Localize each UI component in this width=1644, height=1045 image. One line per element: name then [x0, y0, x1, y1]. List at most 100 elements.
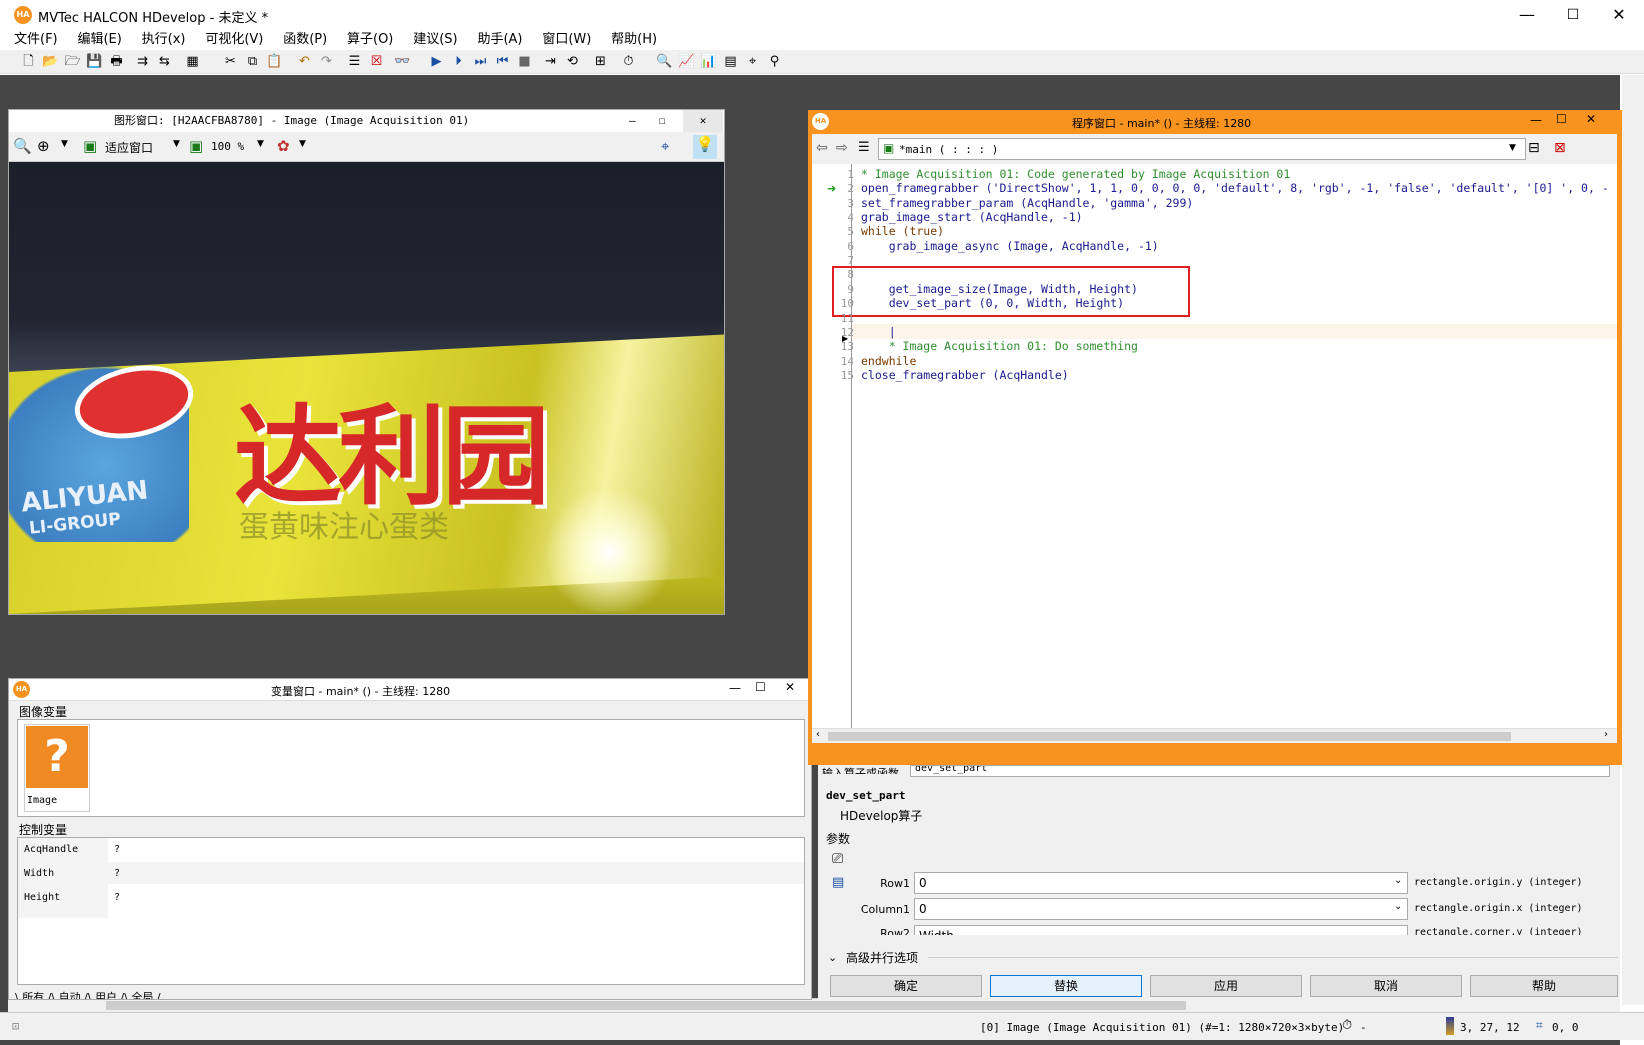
camera-image[interactable]: 达利园 ALIYUAN LI-GROUP 蛋黄味注心蛋类 [9, 162, 724, 614]
param-value-select[interactable]: 0 [914, 872, 1408, 894]
code-editor[interactable]: ➜ ▶ 1 * Image Acquisition 01: Code genera… [812, 164, 1617, 743]
ok-button[interactable]: 确定 [830, 975, 982, 997]
help-doc-icon[interactable]: ▤ [832, 875, 844, 890]
open-file-icon[interactable]: 📂 [42, 53, 59, 70]
find-icon[interactable]: 👓 [394, 53, 411, 70]
code-line[interactable]: get_image_size(Image, Width, Height) [861, 282, 1138, 296]
code-line[interactable]: | [861, 325, 896, 339]
reset-program-icon[interactable]: ⟲ [564, 53, 581, 70]
step-into-icon[interactable]: ⏮ [494, 53, 511, 70]
chevron-down-icon[interactable]: ⌄ [1394, 901, 1402, 912]
menu-suggestions[interactable]: 建议(S) [405, 30, 465, 50]
copy-icon[interactable]: ⧉ [244, 53, 261, 70]
menu-window[interactable]: 窗口(W) [534, 30, 599, 50]
menu-file[interactable]: 文件(F) [0, 30, 66, 50]
help-button[interactable]: 帮助 [1470, 975, 1618, 997]
code-line[interactable]: open_framegrabber ('DirectShow', 1, 1, 0… [861, 181, 1609, 195]
variable-tabs[interactable]: \ 所有 /\ 自动 /\ 用户 /\ 全局 / [15, 989, 161, 999]
procedure-list-icon[interactable]: ☰ [858, 140, 870, 155]
zoom-window-icon[interactable]: ⌖ [744, 53, 761, 70]
maximize-button[interactable]: ☐ [1550, 0, 1596, 30]
pw-maximize-icon[interactable]: ☐ [1556, 112, 1567, 126]
procedure-select[interactable]: ▣ *main ( : : : ) ▼ [878, 138, 1526, 160]
export-icon[interactable]: ⇉ [134, 53, 151, 70]
menu-execute[interactable]: 执行(x) [134, 30, 194, 50]
horizontal-scrollbar[interactable] [8, 998, 1620, 1012]
insert-line-icon[interactable]: ☰ [346, 53, 363, 70]
histogram-icon[interactable]: 📊 [700, 53, 717, 70]
vw-close-icon[interactable]: ✕ [785, 680, 795, 694]
lightbulb-icon[interactable]: 💡 [693, 135, 717, 159]
close-button[interactable]: ✕ [1596, 0, 1642, 30]
image-icon[interactable]: ▦ [184, 53, 201, 70]
menu-operators[interactable]: 算子(O) [339, 30, 401, 50]
zoom-in-icon[interactable]: ⊕ [37, 137, 50, 155]
stop-icon[interactable]: ■ [516, 53, 533, 70]
scroll-thumb[interactable] [106, 1001, 1186, 1010]
collapse-icon[interactable]: ⌄ [828, 951, 837, 964]
forward-arrow-icon[interactable]: ⇨ [836, 140, 848, 156]
paste-icon[interactable]: 📋 [266, 53, 283, 70]
code-line[interactable]: grab_image_async (Image, AcqHandle, -1) [861, 239, 1159, 253]
run-icon[interactable]: ▶ [428, 53, 445, 70]
chevron-down-icon[interactable]: ▼ [61, 139, 68, 149]
calibration-icon[interactable]: ⚲ [766, 53, 783, 70]
control-var-value[interactable]: ? [114, 892, 120, 903]
procedure-delete-icon[interactable]: ⊠ [1554, 140, 1566, 156]
chevron-down-icon[interactable]: ▼ [299, 139, 306, 149]
scroll-right-icon[interactable]: › [1604, 729, 1608, 740]
image-var-tile[interactable]: ? Image [24, 724, 90, 812]
open-example-icon[interactable]: 🗁 [64, 53, 81, 70]
inspect-icon[interactable]: 🔍 [656, 53, 673, 70]
vertical-scrollbar[interactable] [1622, 75, 1644, 1005]
step-out-icon[interactable]: ⇥ [542, 53, 559, 70]
menu-visualize[interactable]: 可视化(V) [197, 30, 271, 50]
param-value-select[interactable]: Width [914, 925, 1408, 935]
param-value-select[interactable]: 0 [914, 898, 1408, 920]
code-line[interactable]: set_framegrabber_param (AcqHandle, 'gamm… [861, 196, 1193, 210]
vw-maximize-icon[interactable]: ☐ [755, 680, 766, 694]
code-line[interactable]: endwhile [861, 354, 916, 368]
menu-procedures[interactable]: 函数(P) [275, 30, 335, 50]
scroll-thumb[interactable] [828, 732, 1511, 741]
code-line[interactable]: close_framegrabber (AcqHandle) [861, 368, 1069, 382]
undo-icon[interactable]: ↶ [296, 53, 313, 70]
redo-icon[interactable]: ↷ [318, 53, 335, 70]
timer-icon[interactable]: ⏱ [620, 53, 637, 70]
replace-button[interactable]: 替换 [990, 975, 1142, 997]
fit-window-icon[interactable]: ▣ [83, 137, 97, 155]
gw-close-icon[interactable]: ✕ [683, 110, 723, 132]
advanced-options-label[interactable]: 高级并行选项 [846, 949, 918, 966]
save-icon[interactable]: 💾 [86, 53, 103, 70]
procedure-edit-icon[interactable]: ⊟ [1528, 140, 1540, 156]
feature-inspect-icon[interactable]: ▤ [722, 53, 739, 70]
code-line[interactable]: * Image Acquisition 01: Do something [861, 339, 1138, 353]
pw-close-icon[interactable]: ✕ [1586, 112, 1596, 126]
code-line[interactable]: while (true) [861, 224, 944, 238]
variables-icon[interactable]: ⊞ [592, 53, 609, 70]
gw-maximize-icon[interactable]: ☐ [659, 110, 666, 132]
step-over-icon[interactable]: ⏭ [472, 53, 489, 70]
color-palette-icon[interactable]: ✿ [277, 137, 290, 155]
code-horizontal-scrollbar[interactable]: ‹ › [812, 728, 1617, 743]
parameter-edit-icon[interactable]: ⎚ [832, 851, 843, 867]
gw-minimize-icon[interactable]: — [629, 110, 636, 132]
chevron-down-icon[interactable]: ⌄ [1394, 875, 1402, 886]
code-line[interactable]: grab_image_start (AcqHandle, -1) [861, 210, 1083, 224]
vw-minimize-icon[interactable]: — [729, 681, 741, 695]
apply-button[interactable]: 应用 [1150, 975, 1302, 997]
menu-assistants[interactable]: 助手(A) [469, 30, 530, 50]
zoom-factor-icon[interactable]: ▣ [189, 137, 203, 155]
operator-input[interactable]: dev_set_part [910, 765, 1610, 777]
line-profile-icon[interactable]: 📈 [678, 53, 695, 70]
minimize-button[interactable]: — [1504, 0, 1550, 30]
new-file-icon[interactable]: 🗋 [20, 53, 37, 70]
scroll-left-icon[interactable]: ‹ [816, 729, 820, 740]
run-to-cursor-icon[interactable]: ⏵ [450, 53, 467, 70]
cancel-button[interactable]: 取消 [1310, 975, 1462, 997]
print-icon[interactable]: 🖶 [108, 53, 125, 70]
zoom-factor-label[interactable]: 100 % [211, 140, 244, 153]
menu-edit[interactable]: 编辑(E) [69, 30, 129, 50]
control-var-value[interactable]: ? [114, 868, 120, 879]
zoom-tool-icon[interactable]: 🔍 [13, 137, 32, 155]
